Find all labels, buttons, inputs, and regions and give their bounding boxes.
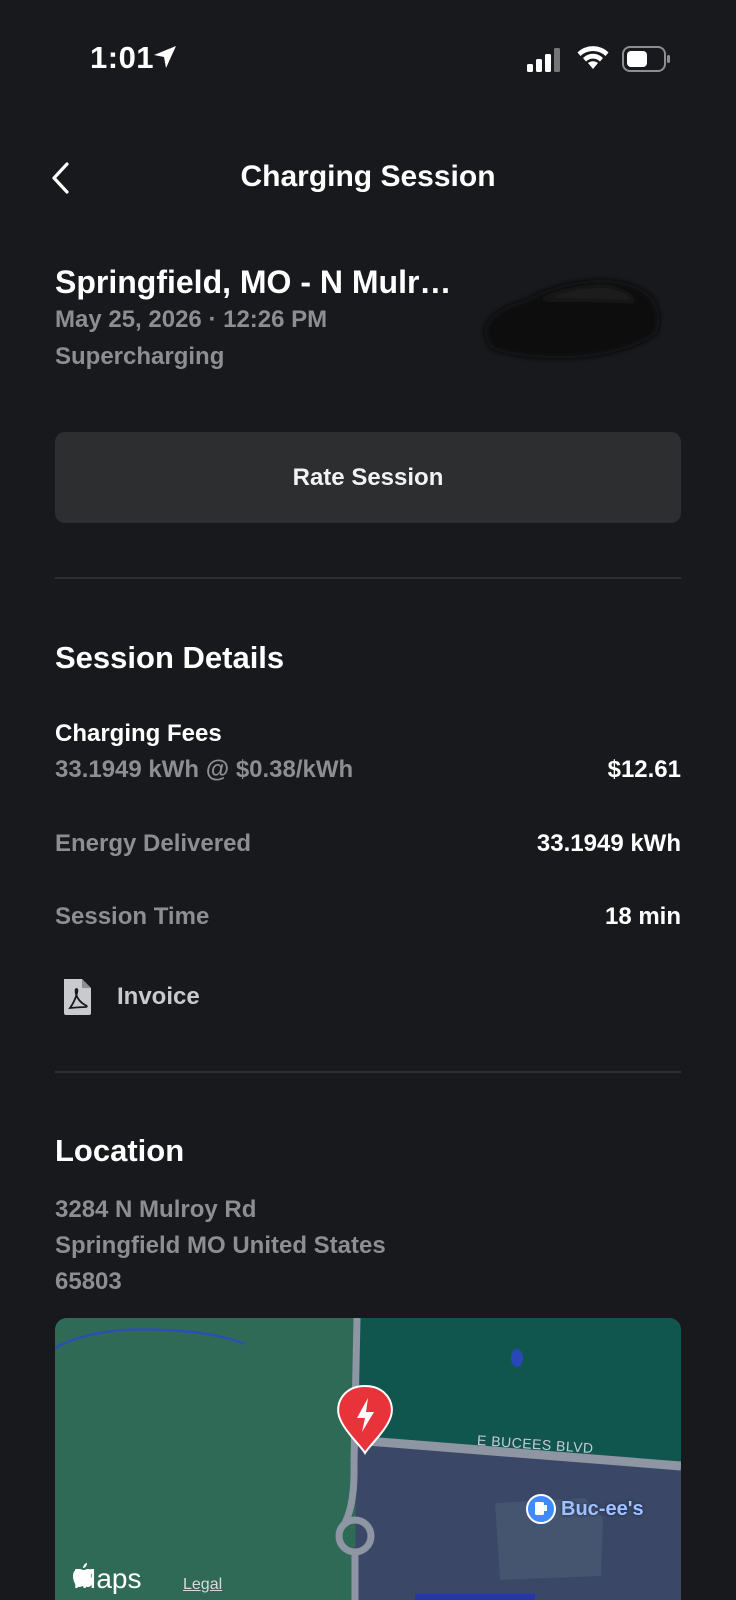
session-time-value: 18 min	[604, 903, 681, 930]
session-details-title: Session Details	[55, 640, 285, 675]
page-title: Charging Session	[240, 160, 496, 193]
pdf-document-icon	[55, 975, 99, 1019]
nav-header: Charging Session	[0, 140, 736, 220]
rate-session-button[interactable]: Rate Session	[55, 432, 681, 523]
map-canvas	[55, 1318, 681, 1600]
poi-label-bucees: Buc-ee's	[561, 1498, 644, 1520]
vehicle-image	[484, 280, 660, 359]
energy-delivered-value: 33.1949 kWh	[536, 830, 681, 857]
session-datetime: May 25, 2026 · 12:26 PM	[55, 306, 328, 333]
charging-fees-rate: 33.1949 kWh @ $0.38/kWh	[55, 756, 354, 783]
address-line-1: 3284 N Mulroy Rd	[55, 1196, 257, 1223]
session-type: Supercharging	[55, 343, 225, 370]
charging-fees-value: $12.61	[607, 756, 681, 783]
apple-maps-logo: Maps	[73, 1563, 141, 1595]
site-name: Springfield, MO - N Mulr…	[55, 264, 452, 300]
address-line-3: 65803	[55, 1268, 122, 1295]
apple-logo-icon	[73, 1563, 94, 1587]
charging-fees-label: Charging Fees	[55, 720, 222, 747]
divider	[55, 577, 681, 579]
invoice-link[interactable]: Invoice	[55, 975, 200, 1019]
map-legal-link[interactable]: Legal	[183, 1576, 222, 1594]
cellular-signal-icon	[527, 48, 560, 72]
location-arrow-icon	[154, 46, 176, 68]
status-bar: 1:01	[0, 0, 736, 120]
address-line-2: Springfield MO United States	[55, 1232, 386, 1259]
divider	[55, 1071, 681, 1073]
status-time: 1:01	[90, 40, 155, 75]
location-map[interactable]: E BUCEES BLVD Buc-ee's Maps Legal	[55, 1318, 681, 1600]
energy-delivered-label: Energy Delivered	[55, 830, 252, 857]
session-time-label: Session Time	[55, 903, 210, 930]
location-title: Location	[55, 1133, 185, 1168]
battery-icon	[622, 46, 670, 72]
wifi-icon	[577, 46, 609, 69]
invoice-label: Invoice	[117, 983, 200, 1010]
